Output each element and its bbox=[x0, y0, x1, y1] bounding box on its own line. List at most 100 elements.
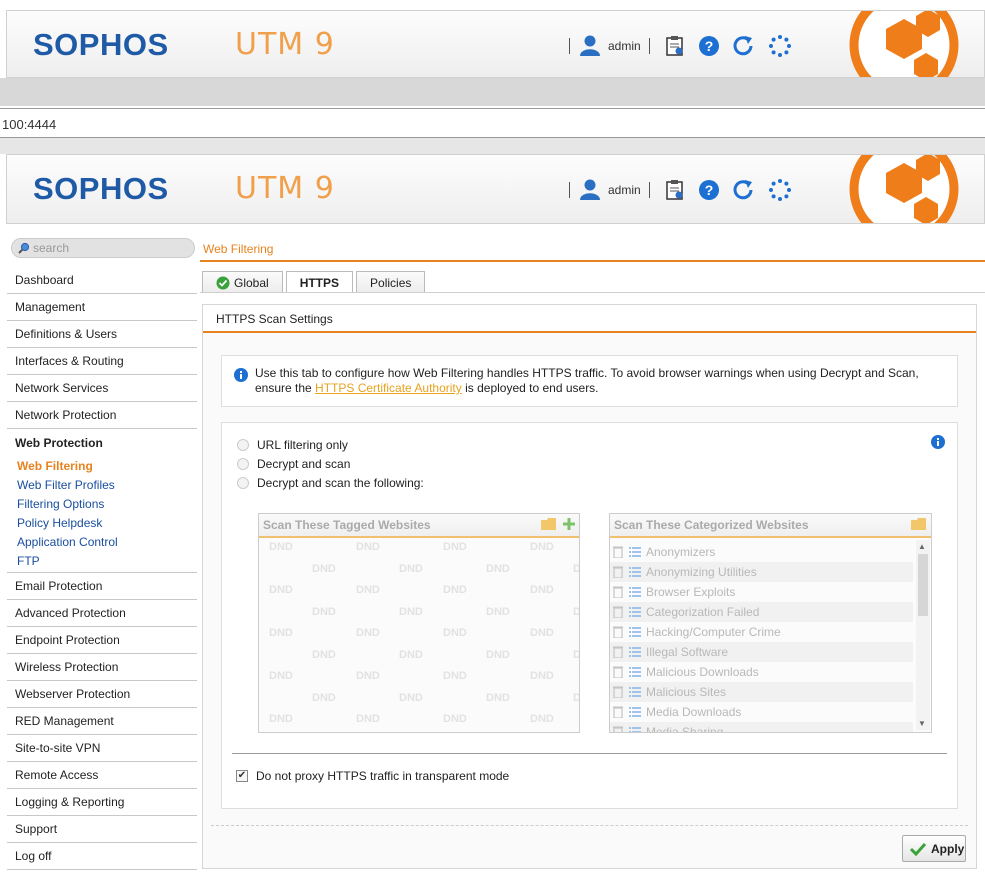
trash-icon[interactable] bbox=[613, 546, 623, 558]
radio-decrypt-scan-following[interactable]: Decrypt and scan the following: bbox=[237, 476, 424, 490]
category-label: Anonymizers bbox=[646, 545, 716, 559]
sidebar-item-management[interactable]: Management bbox=[7, 294, 197, 321]
dnd-watermark: DND bbox=[312, 605, 336, 618]
trash-icon[interactable] bbox=[613, 646, 623, 658]
drop-area[interactable]: DND DND DND DND DND DND DND DND DND DND DND DND DND D… bbox=[259, 538, 579, 732]
list-icon bbox=[629, 667, 641, 677]
dnd-watermark: DND bbox=[443, 627, 467, 639]
list-item[interactable]: Media Sharing bbox=[610, 722, 913, 732]
tagged-websites-box: Scan These Tagged Websites DND DND DND DND D… bbox=[258, 513, 580, 733]
user-icon[interactable] bbox=[578, 178, 602, 203]
radio-decrypt-scan[interactable]: Decrypt and scan bbox=[237, 457, 350, 471]
tab-global[interactable]: Global bbox=[202, 271, 283, 293]
trash-icon[interactable] bbox=[613, 666, 623, 678]
sidebar-item-interfaces-routing[interactable]: Interfaces & Routing bbox=[7, 348, 197, 375]
clipboard-icon[interactable] bbox=[664, 35, 686, 57]
divider bbox=[211, 825, 968, 826]
reload-icon[interactable] bbox=[732, 179, 756, 201]
radio-url-filtering[interactable]: URL filtering only bbox=[237, 438, 348, 452]
checkbox[interactable]: ✔ bbox=[236, 770, 248, 782]
list-item[interactable]: Hacking/Computer Crime bbox=[610, 622, 913, 642]
sidebar-item-site-to-site-vpn[interactable]: Site-to-site VPN bbox=[7, 735, 197, 762]
sidebar-item-red-management[interactable]: RED Management bbox=[7, 708, 197, 735]
dnd-watermark: DND bbox=[312, 648, 336, 661]
radio-label: Decrypt and scan bbox=[257, 457, 351, 471]
sidebar-item-remote-access[interactable]: Remote Access bbox=[7, 762, 197, 789]
sidebar-item-webserver-protection[interactable]: Webserver Protection bbox=[7, 681, 197, 708]
trash-icon[interactable] bbox=[613, 606, 623, 618]
category-label: Anonymizing Utilities bbox=[646, 565, 757, 579]
dnd-watermark: DND bbox=[530, 627, 554, 639]
tab-policies[interactable]: Policies bbox=[356, 271, 426, 293]
folder-icon[interactable] bbox=[911, 517, 927, 533]
radio-button[interactable] bbox=[237, 477, 249, 489]
sidebar-item-advanced-protection[interactable]: Advanced Protection bbox=[7, 600, 197, 627]
ca-link[interactable]: HTTPS Certificate Authority bbox=[315, 381, 462, 395]
sidebar-item-email-protection[interactable]: Email Protection bbox=[7, 573, 197, 600]
list-item[interactable]: Browser Exploits bbox=[610, 582, 913, 602]
apply-button[interactable]: Apply bbox=[902, 835, 966, 862]
transparent-mode-option[interactable]: ✔ Do not proxy HTTPS traffic in transpar… bbox=[236, 769, 509, 783]
clipboard-icon[interactable] bbox=[664, 179, 686, 201]
list-icon bbox=[629, 607, 641, 617]
sidebar-item-log-off[interactable]: Log off bbox=[7, 843, 197, 870]
tab-https[interactable]: HTTPS bbox=[285, 271, 354, 293]
sophos-badge-icon bbox=[849, 11, 959, 77]
scrollbar[interactable]: ▲ ▼ bbox=[916, 540, 930, 730]
list-item[interactable]: Media Downloads bbox=[610, 702, 913, 722]
dnd-watermark: DND bbox=[399, 691, 423, 704]
reload-icon[interactable] bbox=[732, 35, 756, 57]
scroll-down-icon[interactable]: ▼ bbox=[918, 719, 926, 728]
list-icon bbox=[629, 727, 641, 732]
scroll-up-icon[interactable]: ▲ bbox=[918, 542, 926, 551]
dnd-watermark: DND bbox=[356, 541, 380, 553]
trash-icon[interactable] bbox=[613, 686, 623, 698]
info-icon[interactable] bbox=[931, 435, 945, 452]
nav-list-top: Dashboard Management Definitions & Users In… bbox=[7, 267, 197, 429]
checkbox-label: Do not proxy HTTPS traffic in transparen… bbox=[256, 769, 510, 783]
radio-button[interactable] bbox=[237, 439, 249, 451]
sidebar-subitem-policy-helpdesk[interactable]: Policy Helpdesk bbox=[7, 513, 197, 532]
address-bar[interactable]: 100:4444 bbox=[0, 108, 985, 138]
help-icon[interactable]: ? bbox=[698, 35, 720, 57]
trash-icon[interactable] bbox=[613, 706, 623, 718]
dnd-watermark: DND bbox=[573, 562, 579, 575]
background-header: SOPHOS UTM 9 admin ? bbox=[6, 10, 985, 78]
help-icon[interactable]: ? bbox=[698, 179, 720, 201]
sidebar-subitem-web-filter-profiles[interactable]: Web Filter Profiles bbox=[7, 475, 197, 494]
search-input[interactable]: search bbox=[11, 238, 195, 258]
trash-icon[interactable] bbox=[613, 586, 623, 598]
trash-icon[interactable] bbox=[613, 726, 623, 732]
checkmark-icon bbox=[910, 842, 926, 856]
sidebar-item-logging-reporting[interactable]: Logging & Reporting bbox=[7, 789, 197, 816]
sidebar-subitem-web-filtering[interactable]: Web Filtering bbox=[7, 456, 197, 475]
list-item[interactable]: Malicious Sites bbox=[610, 682, 913, 702]
sidebar-item-wireless-protection[interactable]: Wireless Protection bbox=[7, 654, 197, 681]
sidebar-subitem-application-control[interactable]: Application Control bbox=[7, 532, 197, 551]
sidebar-subitem-filtering-options[interactable]: Filtering Options bbox=[7, 494, 197, 513]
add-icon[interactable] bbox=[563, 517, 575, 533]
logo-text: SOPHOS bbox=[33, 27, 169, 62]
user-name[interactable]: admin bbox=[608, 183, 641, 197]
list-item[interactable]: Anonymizers bbox=[610, 542, 913, 562]
radio-button[interactable] bbox=[237, 458, 249, 470]
list-item[interactable]: Malicious Downloads bbox=[610, 662, 913, 682]
category-label: Browser Exploits bbox=[646, 585, 736, 599]
trash-icon[interactable] bbox=[613, 626, 623, 638]
sidebar-item-support[interactable]: Support bbox=[7, 816, 197, 843]
sidebar-item-network-protection[interactable]: Network Protection bbox=[7, 402, 197, 429]
sidebar-item-endpoint-protection[interactable]: Endpoint Protection bbox=[7, 627, 197, 654]
sidebar-section-web-protection[interactable]: Web Protection bbox=[7, 429, 197, 456]
scroll-thumb[interactable] bbox=[918, 554, 928, 616]
category-label: Hacking/Computer Crime bbox=[646, 625, 781, 639]
trash-icon[interactable] bbox=[613, 566, 623, 578]
list-item[interactable]: Illegal Software bbox=[610, 642, 913, 662]
list-item[interactable]: Anonymizing Utilities bbox=[610, 562, 913, 582]
sidebar-item-definitions-users[interactable]: Definitions & Users bbox=[7, 321, 197, 348]
dnd-watermark: DND bbox=[573, 605, 579, 618]
sidebar-item-network-services[interactable]: Network Services bbox=[7, 375, 197, 402]
folder-icon[interactable] bbox=[541, 517, 557, 533]
sidebar-subitem-ftp[interactable]: FTP bbox=[7, 551, 197, 570]
sidebar-item-dashboard[interactable]: Dashboard bbox=[7, 267, 197, 294]
list-item[interactable]: Categorization Failed bbox=[610, 602, 913, 622]
